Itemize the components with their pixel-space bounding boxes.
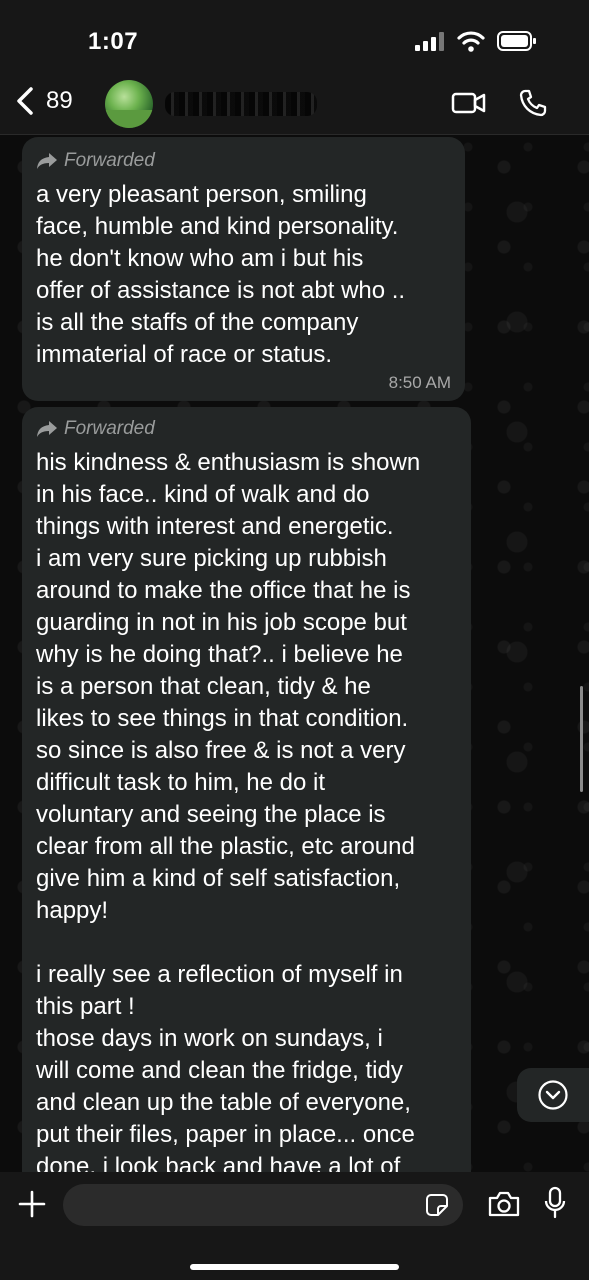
back-button[interactable]: 89 — [14, 86, 73, 116]
input-bar — [0, 1172, 589, 1280]
forward-arrow-icon — [37, 421, 57, 437]
phone-call-icon[interactable] — [518, 88, 548, 118]
forwarded-label: Forwarded — [64, 150, 155, 171]
message-text: a very pleasant person, smiling face, hu… — [36, 181, 406, 368]
microphone-icon[interactable] — [543, 1186, 567, 1220]
message-time: 8:50 AM — [388, 373, 451, 392]
wifi-icon — [457, 31, 485, 52]
contact-avatar[interactable] — [105, 80, 153, 128]
message-text: his kindness & enthusiasm is shown in hi… — [36, 449, 421, 1172]
cellular-signal-icon — [415, 32, 444, 51]
message-bubble[interactable]: Forwarded his kindness & enthusiasm is s… — [22, 407, 471, 1172]
chat-area[interactable]: Forwarded a very pleasant person, smilin… — [0, 135, 589, 1172]
scroll-to-bottom-button[interactable] — [517, 1068, 589, 1122]
battery-icon — [497, 31, 536, 51]
forwarded-indicator: Forwarded — [36, 149, 451, 173]
sticker-icon[interactable] — [425, 1193, 449, 1217]
message-input[interactable] — [63, 1184, 463, 1226]
contact-name-redacted[interactable] — [165, 92, 317, 116]
status-time: 1:07 — [88, 28, 139, 55]
home-indicator[interactable] — [190, 1264, 399, 1270]
scroll-indicator[interactable] — [580, 686, 583, 792]
chevron-left-icon — [17, 87, 33, 115]
chat-header: 89 — [0, 80, 589, 135]
chevron-down-circle-icon — [538, 1080, 568, 1110]
video-call-icon[interactable] — [451, 88, 487, 118]
status-icons — [415, 30, 537, 52]
status-bar: 1:07 — [0, 0, 589, 80]
forward-arrow-icon — [37, 153, 57, 169]
forwarded-indicator: Forwarded — [36, 417, 457, 441]
message-bubble[interactable]: Forwarded a very pleasant person, smilin… — [22, 137, 465, 401]
camera-icon[interactable] — [487, 1190, 521, 1218]
plus-icon[interactable] — [18, 1190, 46, 1218]
forwarded-label: Forwarded — [64, 418, 155, 439]
unread-count: 89 — [46, 87, 73, 114]
